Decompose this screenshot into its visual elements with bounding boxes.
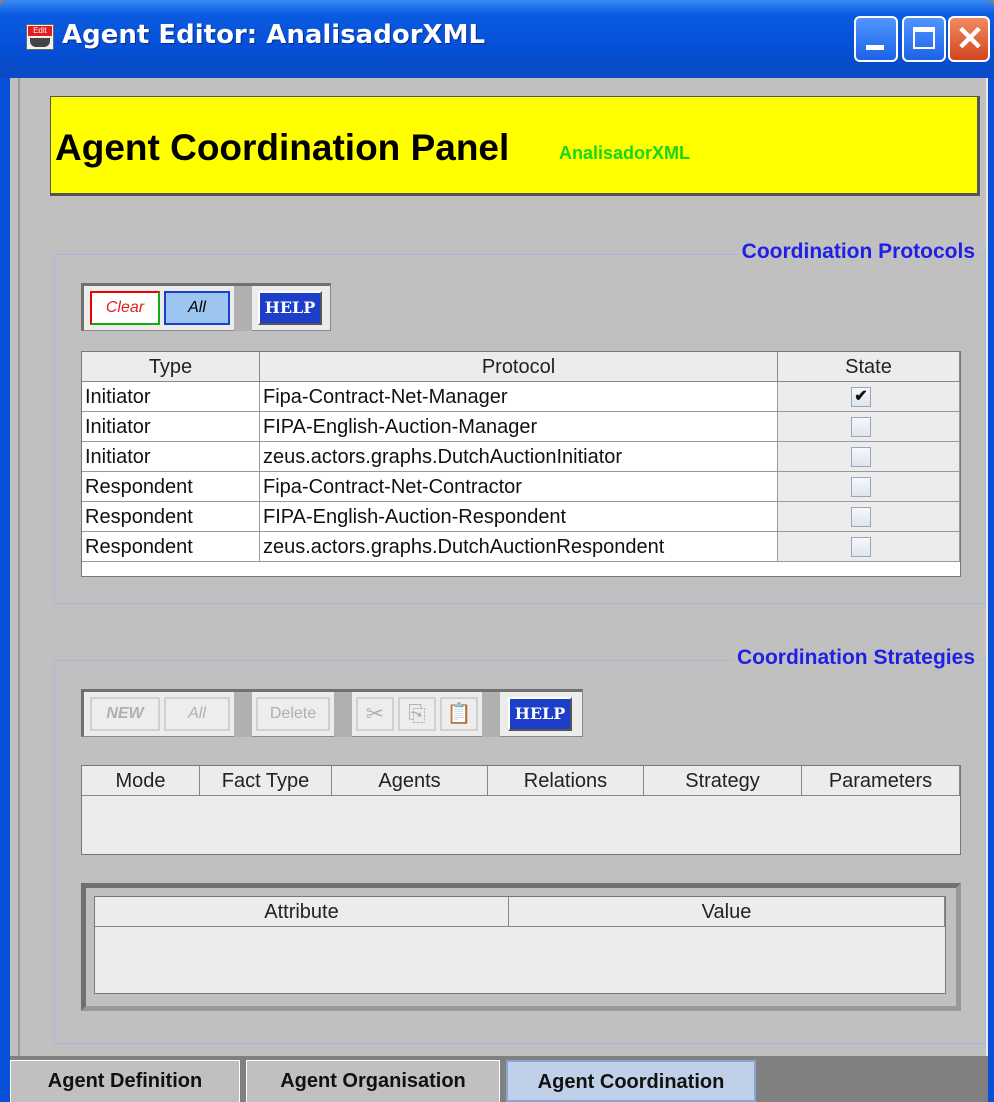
protocols-toolbar: Clear All HELP bbox=[81, 283, 331, 331]
paste-icon[interactable]: 📋 bbox=[440, 697, 478, 731]
select-all-strategies-button[interactable]: All bbox=[164, 697, 230, 731]
column-header-protocol[interactable]: Protocol bbox=[260, 352, 778, 382]
panel-banner: Agent Coordination Panel AnalisadorXML bbox=[50, 96, 980, 196]
column-header-value[interactable]: Value bbox=[509, 897, 945, 927]
state-cell: ✔ bbox=[778, 382, 960, 412]
column-header-attribute[interactable]: Attribute bbox=[95, 897, 509, 927]
minimize-button[interactable] bbox=[854, 16, 898, 62]
type-cell: Initiator bbox=[82, 442, 260, 472]
table-row[interactable]: Respondent zeus.actors.graphs.DutchAucti… bbox=[82, 532, 960, 562]
table-row[interactable]: Initiator FIPA-English-Auction-Manager bbox=[82, 412, 960, 442]
toolbar-separator bbox=[334, 692, 352, 737]
type-cell: Respondent bbox=[82, 502, 260, 532]
protocols-help-button[interactable]: HELP bbox=[258, 291, 322, 325]
table-row[interactable]: Respondent Fipa-Contract-Net-Contractor bbox=[82, 472, 960, 502]
protocol-cell: zeus.actors.graphs.DutchAuctionInitiator bbox=[260, 442, 778, 472]
window-title: Agent Editor: AnalisadorXML bbox=[62, 20, 486, 50]
state-checkbox[interactable] bbox=[851, 477, 871, 497]
protocol-cell: Fipa-Contract-Net-Manager bbox=[260, 382, 778, 412]
column-header-state[interactable]: State bbox=[778, 352, 960, 382]
state-cell bbox=[778, 412, 960, 442]
strategies-toolbar: NEW All Delete ✂ ⎘ 📋 HELP bbox=[81, 689, 583, 737]
type-cell: Respondent bbox=[82, 532, 260, 562]
table-row[interactable]: Initiator zeus.actors.graphs.DutchAuctio… bbox=[82, 442, 960, 472]
protocols-table: Type Protocol State Initiator Fipa-Contr… bbox=[81, 351, 961, 577]
delete-button[interactable]: Delete bbox=[256, 697, 330, 731]
type-cell: Initiator bbox=[82, 382, 260, 412]
column-header-type[interactable]: Type bbox=[82, 352, 260, 382]
state-cell bbox=[778, 502, 960, 532]
state-checkbox[interactable] bbox=[851, 417, 871, 437]
tab-agent-organisation[interactable]: Agent Organisation bbox=[246, 1060, 500, 1102]
state-cell bbox=[778, 442, 960, 472]
strategies-table: Mode Fact Type Agents Relations Strategy… bbox=[81, 765, 961, 855]
app-icon-label: Edit bbox=[28, 26, 52, 36]
maximize-button[interactable] bbox=[902, 16, 946, 62]
coordination-panel: Agent Coordination Panel AnalisadorXML C… bbox=[18, 78, 988, 1056]
type-cell: Initiator bbox=[82, 412, 260, 442]
column-header-relations[interactable]: Relations bbox=[488, 766, 644, 796]
tab-agent-definition[interactable]: Agent Definition bbox=[10, 1060, 240, 1102]
cut-icon[interactable]: ✂ bbox=[356, 697, 394, 731]
toolbar-separator bbox=[482, 692, 500, 737]
column-header-mode[interactable]: Mode bbox=[82, 766, 200, 796]
protocols-group: Coordination Protocols Clear All HELP Ty… bbox=[54, 240, 986, 604]
state-cell bbox=[778, 532, 960, 562]
strategies-group-title: Coordination Strategies bbox=[732, 646, 979, 670]
column-header-fact-type[interactable]: Fact Type bbox=[200, 766, 332, 796]
toolbar-separator bbox=[234, 692, 252, 737]
panel-title: Agent Coordination Panel bbox=[55, 127, 510, 168]
state-checkbox[interactable]: ✔ bbox=[851, 387, 871, 407]
column-header-strategy[interactable]: Strategy bbox=[644, 766, 802, 796]
maximize-icon bbox=[913, 27, 935, 49]
protocols-group-title: Coordination Protocols bbox=[737, 240, 979, 264]
state-checkbox[interactable] bbox=[851, 447, 871, 467]
agent-name-label: AnalisadorXML bbox=[559, 143, 691, 163]
state-checkbox[interactable] bbox=[851, 507, 871, 527]
editor-tab-strip: Agent Definition Agent Organisation Agen… bbox=[10, 1056, 988, 1102]
strategies-help-button[interactable]: HELP bbox=[508, 697, 572, 731]
protocol-cell: FIPA-English-Auction-Respondent bbox=[260, 502, 778, 532]
app-icon[interactable]: Edit bbox=[26, 24, 54, 50]
tab-agent-coordination[interactable]: Agent Coordination bbox=[506, 1060, 756, 1102]
state-cell bbox=[778, 472, 960, 502]
strategies-group: Coordination Strategies NEW All Delete ✂… bbox=[54, 646, 986, 1044]
new-strategy-button[interactable]: NEW bbox=[90, 697, 160, 731]
title-bar[interactable]: Edit Agent Editor: AnalisadorXML ✕ bbox=[0, 0, 994, 78]
column-header-parameters[interactable]: Parameters bbox=[802, 766, 960, 796]
type-cell: Respondent bbox=[82, 472, 260, 502]
agent-editor-window: Edit Agent Editor: AnalisadorXML ✕ Agent… bbox=[0, 0, 994, 1102]
protocol-cell: zeus.actors.graphs.DutchAuctionResponden… bbox=[260, 532, 778, 562]
minimize-icon bbox=[866, 45, 884, 50]
protocol-cell: Fipa-Contract-Net-Contractor bbox=[260, 472, 778, 502]
table-row[interactable]: Initiator Fipa-Contract-Net-Manager ✔ bbox=[82, 382, 960, 412]
protocol-cell: FIPA-English-Auction-Manager bbox=[260, 412, 778, 442]
toolbar-separator bbox=[234, 286, 252, 331]
attribute-panel: Attribute Value bbox=[81, 883, 961, 1011]
window-client-area: Agent Coordination Panel AnalisadorXML C… bbox=[10, 78, 988, 1102]
app-icon-face bbox=[30, 38, 50, 47]
copy-icon[interactable]: ⎘ bbox=[398, 697, 436, 731]
close-icon: ✕ bbox=[955, 20, 985, 58]
select-all-button[interactable]: All bbox=[164, 291, 230, 325]
state-checkbox[interactable] bbox=[851, 537, 871, 557]
clear-button[interactable]: Clear bbox=[90, 291, 160, 325]
column-header-agents[interactable]: Agents bbox=[332, 766, 488, 796]
close-button[interactable]: ✕ bbox=[948, 16, 990, 62]
attribute-table: Attribute Value bbox=[94, 896, 946, 994]
table-row[interactable]: Respondent FIPA-English-Auction-Responde… bbox=[82, 502, 960, 532]
